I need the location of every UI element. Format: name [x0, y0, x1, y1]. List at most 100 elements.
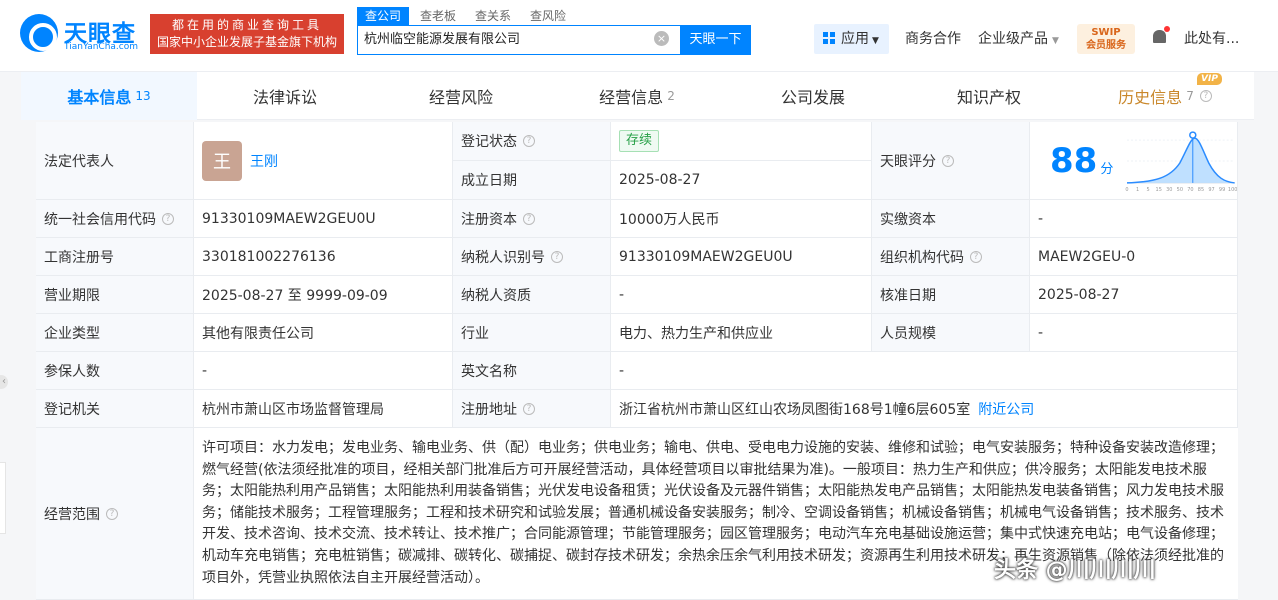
credit-code-label-cell: 统一社会信用代码?: [36, 200, 194, 238]
tab-label: 法律诉讼: [252, 88, 317, 107]
watermark: 头条 @川川川川: [994, 558, 1156, 583]
biz-reg-no-value: 330181002276136: [194, 238, 453, 276]
english-name-value: -: [611, 352, 1238, 390]
staff-size-label: 人员规模: [872, 314, 1030, 352]
reg-capital-value: 10000万人民币: [611, 200, 872, 238]
help-icon[interactable]: ?: [162, 212, 174, 225]
taxpayer-qual-value: -: [611, 276, 872, 314]
side-floating-panel[interactable]: [0, 462, 6, 534]
apps-grid-icon: [823, 32, 835, 44]
tab-label: 公司发展: [780, 88, 845, 107]
clear-icon[interactable]: ×: [654, 31, 669, 46]
apps-label: 应用: [841, 31, 869, 47]
score-axis-tick: 1: [1136, 186, 1139, 192]
score-axis-tick: 85: [1198, 186, 1204, 192]
search-tab-risk[interactable]: 查风险: [522, 7, 574, 25]
tab-history[interactable]: VIP 历史信息 7?: [1077, 72, 1253, 120]
insured-label: 参保人数: [36, 352, 194, 390]
tab-label: 历史信息: [1118, 88, 1183, 107]
help-icon[interactable]: ?: [1199, 90, 1212, 102]
scope-label: 经营范围: [44, 506, 100, 523]
company-tabs: 基本信息 13 法律诉讼 经营风险 经营信息 2 公司发展 知识产权 VIP 历史信…: [21, 72, 1254, 120]
search-tab-relation[interactable]: 查关系: [467, 7, 519, 25]
legal-rep-name-link[interactable]: 王刚: [250, 151, 278, 171]
score-axis-tick: 50: [1177, 186, 1183, 192]
score-cell[interactable]: 88 分 0 1 5 15 30 50 70 85 97 99 100: [1030, 122, 1238, 200]
tab-label: 知识产权: [956, 88, 1021, 107]
reg-capital-label: 注册资本: [461, 211, 517, 228]
nav-enterprise-products[interactable]: 企业级产品 ▼: [978, 28, 1059, 48]
help-icon[interactable]: ?: [551, 250, 563, 263]
tab-development[interactable]: 公司发展: [725, 72, 901, 120]
credit-code-label: 统一社会信用代码: [44, 211, 156, 228]
nav-business-cooperation[interactable]: 商务合作: [905, 28, 961, 48]
help-icon[interactable]: ?: [970, 250, 982, 263]
vip-badge: VIP: [1197, 73, 1222, 85]
help-icon[interactable]: ?: [106, 507, 118, 520]
side-collapse-handle[interactable]: ‹: [0, 375, 8, 389]
taxpayer-id-label: 纳税人识别号: [461, 249, 545, 266]
notification-bell-icon[interactable]: [1152, 26, 1170, 46]
address-label: 注册地址: [461, 401, 517, 418]
promo-line-1: 都在用的商业查询工具: [171, 18, 322, 32]
swip-label: SWIP: [1091, 27, 1121, 38]
promo-banner[interactable]: 都在用的商业查询工具 国家中小企业发展子基金旗下机构: [150, 14, 344, 54]
approval-date-value: 2025-08-27: [1030, 276, 1238, 314]
top-bar: 天眼查 TianYanCha.com 都在用的商业查询工具 国家中小企业发展子基…: [0, 0, 1278, 72]
term-label: 营业期限: [36, 276, 194, 314]
company-type-label: 企业类型: [36, 314, 194, 352]
help-icon[interactable]: ?: [523, 212, 535, 225]
score-unit: 分: [1100, 162, 1114, 177]
score-label: 天眼评分: [880, 153, 936, 170]
help-icon[interactable]: ?: [523, 402, 535, 415]
nearby-companies-link[interactable]: 附近公司: [978, 399, 1034, 419]
score-label-cell: 天眼评分?: [872, 122, 1030, 200]
tab-label: 基本信息: [67, 88, 132, 107]
logo-eye-icon: [20, 14, 58, 52]
member-service-label: 会员服务: [1086, 40, 1126, 51]
industry-value: 电力、热力生产和供应业: [611, 314, 872, 352]
reg-status-label: 登记状态: [461, 134, 517, 150]
swip-member-button[interactable]: SWIP 会员服务: [1077, 24, 1135, 54]
search-input[interactable]: 杭州临空能源发展有限公司: [357, 25, 681, 55]
industry-label: 行业: [453, 314, 611, 352]
status-badge: 存续: [619, 130, 660, 152]
logo-domain: TianYanCha.com: [64, 42, 139, 52]
org-code-label-cell: 组织机构代码?: [872, 238, 1030, 276]
score-axis-tick: 99: [1219, 186, 1225, 192]
org-code-label: 组织机构代码: [880, 249, 964, 266]
address-value: 浙江省杭州市萧山区红山农场凤图街168号1幢6层605室: [619, 401, 971, 418]
paid-capital-label: 实缴资本: [872, 200, 1030, 238]
search-tab-company[interactable]: 查公司: [357, 7, 410, 25]
avatar[interactable]: 王: [202, 140, 242, 181]
tab-risk[interactable]: 经营风险: [373, 72, 549, 120]
tab-legal[interactable]: 法律诉讼: [197, 72, 373, 120]
address-label-cell: 注册地址?: [453, 390, 611, 428]
help-icon[interactable]: ?: [942, 154, 954, 167]
tab-count: 2: [667, 89, 675, 103]
english-name-label: 英文名称: [453, 352, 611, 390]
staff-size-value: -: [1030, 314, 1238, 352]
search-tab-boss[interactable]: 查老板: [412, 7, 464, 25]
score-axis-tick: 5: [1147, 186, 1150, 192]
authority-label: 登记机关: [36, 390, 194, 428]
tab-ip[interactable]: 知识产权: [901, 72, 1077, 120]
chevron-down-icon: ▼: [1052, 36, 1059, 46]
score-distribution-chart: 0 1 5 15 30 50 70 85 97 99 100: [1126, 130, 1237, 192]
tianyancha-logo[interactable]: 天眼查 TianYanCha.com: [20, 12, 145, 52]
tab-operation[interactable]: 经营信息 2: [549, 72, 725, 120]
address-cell: 浙江省杭州市萧山区红山农场凤图街168号1幢6层605室 附近公司: [611, 390, 1238, 428]
score-value: 88: [1050, 140, 1098, 181]
approval-date-label: 核准日期: [872, 276, 1030, 314]
score-axis-tick: 100: [1228, 186, 1237, 192]
apps-menu-button[interactable]: 应用 ▼: [814, 24, 889, 54]
help-icon[interactable]: ?: [523, 135, 535, 147]
biz-reg-no-label: 工商注册号: [36, 238, 194, 276]
search-button[interactable]: 天眼一下: [680, 25, 751, 55]
org-code-value: MAEW2GEU-0: [1030, 238, 1238, 276]
taxpayer-qual-label: 纳税人资质: [453, 276, 611, 314]
user-menu[interactable]: 此处有...: [1184, 28, 1239, 48]
unread-dot: [1164, 26, 1170, 32]
tab-count: 13: [135, 89, 151, 103]
tab-basic-info[interactable]: 基本信息 13: [21, 72, 197, 120]
